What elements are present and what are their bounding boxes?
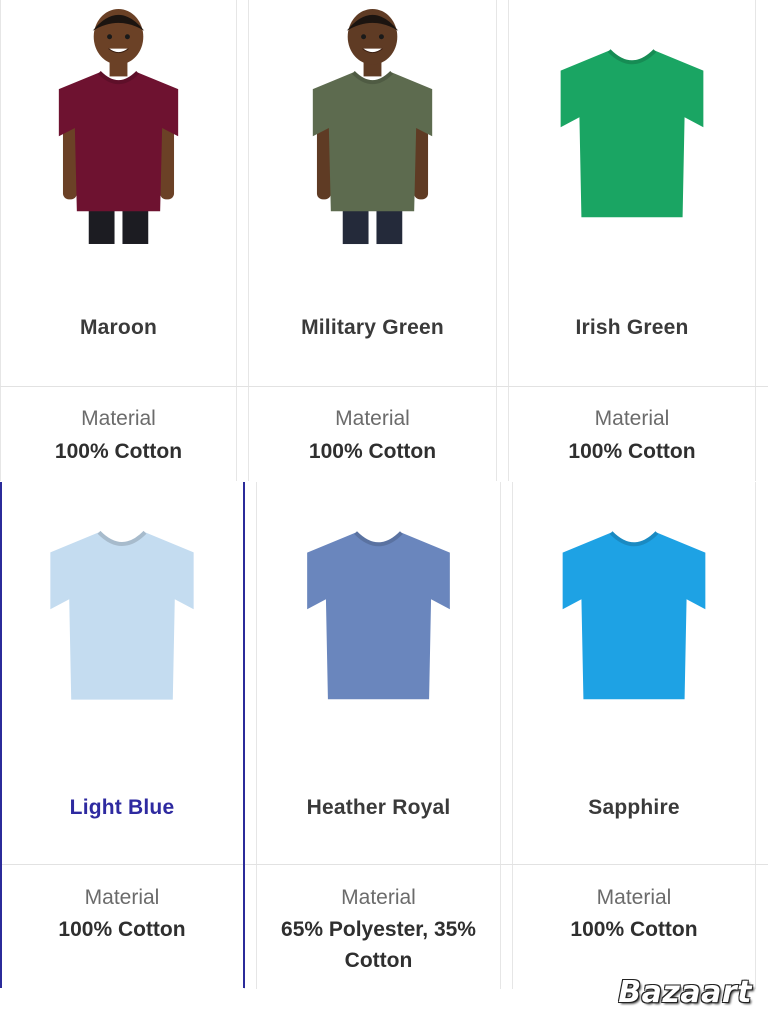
material-value: 100% Cotton <box>58 918 186 941</box>
product-image[interactable] <box>249 0 496 250</box>
color-name: Maroon <box>79 316 158 339</box>
product-image[interactable] <box>0 482 244 732</box>
material-label: Material <box>81 407 156 430</box>
product-card[interactable]: Heather Royal <box>256 482 501 864</box>
material-label: Material <box>335 407 410 430</box>
material-value: 100% Cotton <box>308 440 437 463</box>
material-cell: Material 100% Cotton <box>0 387 237 481</box>
material-label: Material <box>594 407 670 430</box>
product-card[interactable]: Irish Green <box>508 0 756 386</box>
product-card[interactable]: Maroon <box>0 0 237 386</box>
material-value: 100% Cotton <box>54 440 183 463</box>
material-cell: Material 100% Cotton <box>508 387 756 481</box>
tshirt-icon <box>58 71 179 212</box>
bazaart-watermark: Bazaart <box>618 975 752 1010</box>
material-value: 65% Polyester, 35% Cotton <box>281 918 476 972</box>
material-cell: Material 100% Cotton <box>512 865 756 989</box>
color-name: Military Green <box>301 316 444 339</box>
material-cell: Material 65% Polyester, 35% Cotton <box>256 865 501 989</box>
product-card-selected[interactable]: Light Blue <box>0 482 245 864</box>
material-cell: Material 100% Cotton <box>248 387 497 481</box>
tshirt-icon <box>312 70 433 212</box>
material-label: Material <box>596 886 672 909</box>
tshirt-icon <box>560 49 704 218</box>
tshirt-icon <box>50 530 194 700</box>
selected-card-border-right <box>243 482 245 988</box>
color-name: Sapphire <box>588 796 680 819</box>
product-image[interactable] <box>509 0 755 250</box>
material-cell: Material 100% Cotton <box>0 865 245 989</box>
product-card[interactable]: Military Green <box>248 0 497 386</box>
material-label: Material <box>341 886 416 909</box>
color-name: Heather Royal <box>306 796 451 819</box>
product-image[interactable] <box>257 482 500 732</box>
material-label: Material <box>84 886 160 909</box>
tshirt-icon <box>307 531 450 700</box>
product-image[interactable] <box>1 0 236 250</box>
material-value: 100% Cotton <box>570 918 698 941</box>
color-name: Irish Green <box>575 316 689 339</box>
tshirt-icon <box>562 531 706 700</box>
product-card[interactable]: Sapphire <box>512 482 756 864</box>
selected-card-border-left <box>0 482 2 988</box>
color-name: Light Blue <box>69 796 175 819</box>
product-image[interactable] <box>513 482 755 732</box>
material-value: 100% Cotton <box>568 440 696 463</box>
